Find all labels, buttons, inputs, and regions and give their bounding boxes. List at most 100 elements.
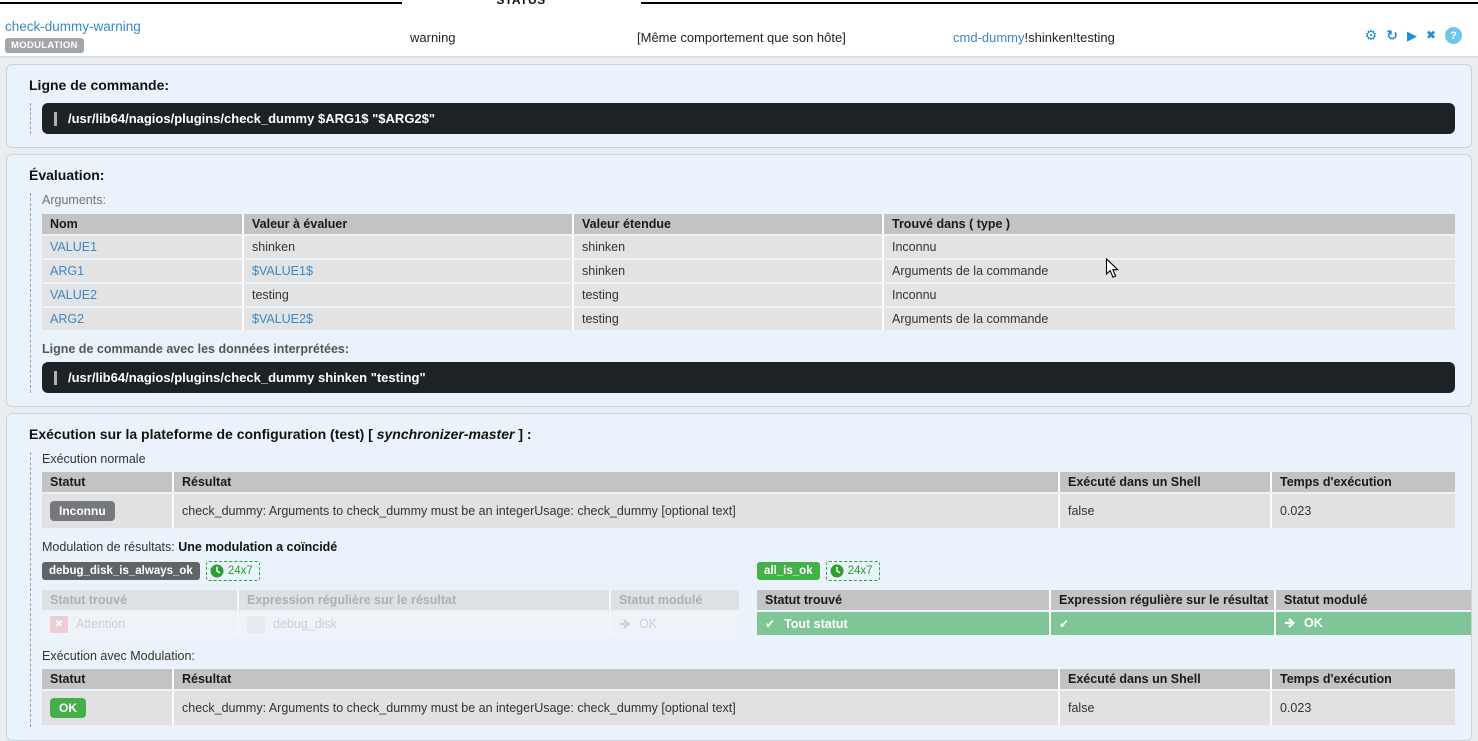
table-header-row: Statut Résultat Exécuté dans un Shell Te… bbox=[42, 472, 1455, 492]
modulated-status: OK bbox=[639, 617, 657, 631]
object-name-link[interactable]: check-dummy-warning bbox=[5, 19, 141, 34]
table-row: VALUE2 testing testing Inconnu bbox=[42, 284, 1455, 306]
arguments-table: Nom Valeur à évaluer Valeur étendue Trou… bbox=[42, 212, 1455, 332]
shell-value: false bbox=[1058, 494, 1270, 528]
execution-result: check_dummy: Arguments to check_dummy mu… bbox=[172, 494, 1058, 528]
panel-title: Ligne de commande: bbox=[29, 77, 1455, 93]
modulation-columns: debug_disk_is_always_ok 24x7 Statut trou… bbox=[42, 560, 1455, 639]
argument-extended: testing bbox=[572, 308, 882, 330]
normal-execution-table: Statut Résultat Exécuté dans un Shell Te… bbox=[42, 470, 1455, 530]
regex-value: debug_disk bbox=[273, 617, 337, 631]
table-row: Inconnu check_dummy: Arguments to check_… bbox=[42, 494, 1455, 528]
argument-name-link[interactable]: ARG1 bbox=[50, 264, 84, 278]
argument-name-link[interactable]: VALUE1 bbox=[50, 240, 97, 254]
table-row: ARG1 $VALUE1$ shinken Arguments de la co… bbox=[42, 260, 1455, 282]
column-header-trouve-dans: Trouvé dans ( type ) bbox=[882, 214, 1455, 234]
normal-execution-label: Exécution normale bbox=[42, 452, 1455, 466]
table-row: ARG2 $VALUE2$ testing Arguments de la co… bbox=[42, 308, 1455, 330]
timeperiod-chip[interactable]: 24x7 bbox=[206, 561, 260, 581]
modulation-right: all_is_ok 24x7 Statut trouvé Expression … bbox=[757, 560, 1471, 637]
modulation-name-chip[interactable]: all_is_ok bbox=[757, 562, 820, 580]
evaluation-container: Arguments: Nom Valeur à évaluer Valeur é… bbox=[30, 193, 1455, 393]
panel-title: Exécution sur la plateforme de configura… bbox=[29, 426, 1455, 442]
column-header-statut-trouve: Statut trouvé bbox=[42, 590, 237, 610]
status-value: warning bbox=[410, 30, 456, 45]
check-icon: ✔ bbox=[1059, 617, 1069, 631]
tab-status[interactable]: STATUS bbox=[451, 0, 591, 7]
column-header-statut-module: Statut modulé bbox=[1274, 590, 1471, 610]
execution-time: 0.023 bbox=[1270, 691, 1455, 725]
timeperiod-chip[interactable]: 24x7 bbox=[826, 561, 880, 581]
column-header-statut: Statut bbox=[42, 669, 172, 689]
evaluation-panel: Évaluation: Arguments: Nom Valeur à éval… bbox=[6, 154, 1472, 407]
argument-found-in: Inconnu bbox=[882, 236, 1455, 258]
modulation-left-badges: debug_disk_is_always_ok 24x7 bbox=[42, 560, 739, 582]
close-icon[interactable]: ✖ bbox=[1426, 27, 1436, 44]
modulated-execution-table: Statut Résultat Exécuté dans un Shell Te… bbox=[42, 667, 1455, 727]
modulated-status: OK bbox=[1304, 616, 1323, 630]
table-row: ✖ Attention -debug_disk OK bbox=[42, 612, 739, 637]
table-row: VALUE1 shinken shinken Inconnu bbox=[42, 236, 1455, 258]
table-header-row: Statut trouvé Expression régulière sur l… bbox=[757, 590, 1471, 610]
interpreted-command-text: /usr/lib64/nagios/plugins/check_dummy sh… bbox=[68, 370, 426, 385]
sync-icon[interactable]: ↻ bbox=[1386, 27, 1398, 44]
run-check-icon[interactable]: ▶ bbox=[1407, 27, 1417, 44]
argument-value-link[interactable]: $VALUE1$ bbox=[252, 264, 313, 278]
execution-container: Exécution normale Statut Résultat Exécut… bbox=[30, 452, 1455, 727]
modulation-left: debug_disk_is_always_ok 24x7 Statut trou… bbox=[42, 560, 739, 639]
clock-icon bbox=[210, 564, 224, 578]
column-header-expression: Expression régulière sur le résultat bbox=[237, 590, 609, 610]
column-header-valeur-a-evaluer: Valeur à évaluer bbox=[242, 214, 572, 234]
column-header-temps: Temps d'exécution bbox=[1270, 669, 1455, 689]
column-header-temps: Temps d'exécution bbox=[1270, 472, 1455, 492]
minus-icon: - bbox=[247, 616, 265, 633]
shell-value: false bbox=[1058, 691, 1270, 725]
command-arguments: !shinken!testing bbox=[1025, 30, 1115, 45]
help-icon[interactable]: ? bbox=[1445, 27, 1462, 44]
status-found: Tout statut bbox=[784, 617, 848, 631]
execution-time: 0.023 bbox=[1270, 494, 1455, 528]
tabbar-line bbox=[0, 2, 402, 4]
cross-icon: ✖ bbox=[50, 616, 68, 633]
interpreted-command-label: Ligne de commande avec les données inter… bbox=[42, 342, 1455, 356]
arrow-right-icon bbox=[1284, 617, 1296, 631]
command-line-text: /usr/lib64/nagios/plugins/check_dummy $A… bbox=[68, 111, 435, 126]
argument-name-link[interactable]: ARG2 bbox=[50, 312, 84, 326]
argument-found-in: Inconnu bbox=[882, 284, 1455, 306]
tabbar-line bbox=[641, 2, 1478, 4]
argument-value: shinken bbox=[242, 236, 572, 258]
column-header-statut: Statut bbox=[42, 472, 172, 492]
modulation-matched-text: Une modulation a coïncidé bbox=[178, 540, 337, 554]
table-row: ✔ Tout statut ✔ OK bbox=[757, 612, 1471, 635]
command-link[interactable]: cmd-dummy bbox=[953, 30, 1025, 45]
status-badge: OK bbox=[50, 698, 86, 718]
settings-gear-icon[interactable]: ⚙ bbox=[1365, 27, 1378, 44]
panel-title: Évaluation: bbox=[29, 167, 1455, 183]
column-header-statut-module: Statut modulé bbox=[609, 590, 739, 610]
modulation-name-chip[interactable]: debug_disk_is_always_ok bbox=[42, 562, 200, 580]
column-header-resultat: Résultat bbox=[172, 472, 1058, 492]
check-icon: ✔ bbox=[765, 617, 775, 631]
column-header-expression: Expression régulière sur le résultat bbox=[1049, 590, 1274, 610]
status-found: Attention bbox=[76, 617, 125, 631]
arrow-right-icon bbox=[619, 618, 631, 632]
table-header-row: Statut Résultat Exécuté dans un Shell Te… bbox=[42, 669, 1455, 689]
page-header: STATUS check-dummy-warning MODULATION wa… bbox=[0, 0, 1478, 58]
table-header-row: Nom Valeur à évaluer Valeur étendue Trou… bbox=[42, 214, 1455, 234]
header-actions: ⚙ ↻ ▶ ✖ ? bbox=[1365, 27, 1462, 44]
modulation-type-badge: MODULATION bbox=[5, 38, 84, 53]
argument-name-link[interactable]: VALUE2 bbox=[50, 288, 97, 302]
modulation-result-label: Modulation de résultats: Une modulation … bbox=[42, 540, 1455, 554]
clock-icon bbox=[830, 564, 844, 578]
argument-value-link[interactable]: $VALUE2$ bbox=[252, 312, 313, 326]
command-line-terminal: /usr/lib64/nagios/plugins/check_dummy $A… bbox=[42, 103, 1455, 134]
argument-extended: shinken bbox=[572, 236, 882, 258]
arguments-label: Arguments: bbox=[42, 193, 1455, 207]
command-reference: cmd-dummy!shinken!testing bbox=[953, 30, 1115, 45]
argument-found-in: Arguments de la commande bbox=[882, 308, 1455, 330]
modulation-right-badges: all_is_ok 24x7 bbox=[757, 560, 1471, 582]
timeperiod-label: 24x7 bbox=[848, 565, 873, 577]
column-header-shell: Exécuté dans un Shell bbox=[1058, 472, 1270, 492]
terminal-pipe-decoration bbox=[54, 371, 57, 385]
behavior-note: [Même comportement que son hôte] bbox=[637, 30, 846, 45]
